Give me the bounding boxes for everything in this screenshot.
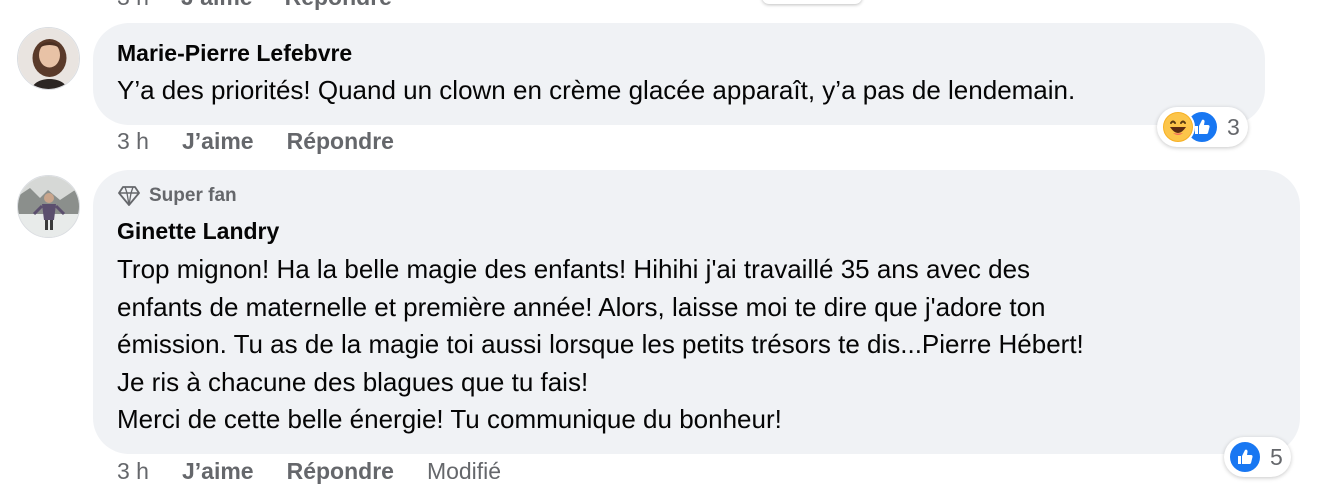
haha-icon bbox=[1161, 110, 1195, 144]
like-icon bbox=[1228, 440, 1262, 474]
comment-text-line: Trop mignon! Ha la belle magie des enfan… bbox=[117, 254, 1031, 284]
comment-text-line: enfants de maternelle et première année!… bbox=[117, 291, 1046, 322]
avatar[interactable] bbox=[17, 175, 80, 238]
comment-author[interactable]: Ginette Landry bbox=[117, 218, 279, 245]
avatar-image bbox=[18, 176, 79, 237]
avatar[interactable] bbox=[17, 27, 80, 90]
reaction-summary[interactable]: 3 bbox=[1157, 107, 1248, 147]
badge-label: Super fan bbox=[149, 185, 237, 206]
comment-text-line: émission. Tu as de la magie toi aussi lo… bbox=[117, 329, 1084, 359]
reply-button[interactable]: Répondre bbox=[287, 128, 394, 155]
comment-text-line: Je ris à chacune des blagues que tu fais… bbox=[117, 366, 589, 397]
diamond-icon bbox=[118, 186, 140, 206]
comment-text-line: Y’a des priorités! Quand un clown en crè… bbox=[117, 75, 1076, 105]
comment-actions: 3 h J’aime Répondre bbox=[117, 128, 427, 155]
reaction-pill[interactable] bbox=[762, 0, 862, 4]
reaction-count: 5 bbox=[1270, 443, 1283, 470]
comment-timestamp[interactable]: 3 h bbox=[117, 458, 149, 485]
super-fan-badge: Super fan bbox=[117, 185, 237, 207]
comment-text: Y’a des priorités! Quand un clown en crè… bbox=[117, 72, 1075, 110]
comment-timestamp: 3 h bbox=[117, 0, 149, 11]
reaction-count: 3 bbox=[1227, 113, 1240, 140]
avatar-image bbox=[18, 28, 79, 89]
edited-label[interactable]: Modifié bbox=[427, 458, 501, 485]
comment-actions: 3 h J’aime Répondre Modifié bbox=[117, 458, 501, 485]
previous-comment-actions: 3 h J’aime Répondre bbox=[117, 0, 392, 10]
like-button[interactable]: J’aime bbox=[182, 458, 254, 485]
reply-button[interactable]: Répondre bbox=[285, 0, 392, 11]
reply-button[interactable]: Répondre bbox=[287, 458, 394, 485]
comment-text-line: Merci de cette belle énergie! Tu communi… bbox=[117, 404, 782, 434]
reaction-summary[interactable]: 5 bbox=[1224, 437, 1291, 477]
like-button[interactable]: J’aime bbox=[181, 0, 253, 11]
comment-author[interactable]: Marie-Pierre Lefebvre bbox=[117, 40, 352, 67]
comment-timestamp[interactable]: 3 h bbox=[117, 128, 149, 155]
like-button[interactable]: J’aime bbox=[182, 128, 254, 155]
comment-text: Trop mignon! Ha la belle magie des enfan… bbox=[117, 251, 1084, 439]
